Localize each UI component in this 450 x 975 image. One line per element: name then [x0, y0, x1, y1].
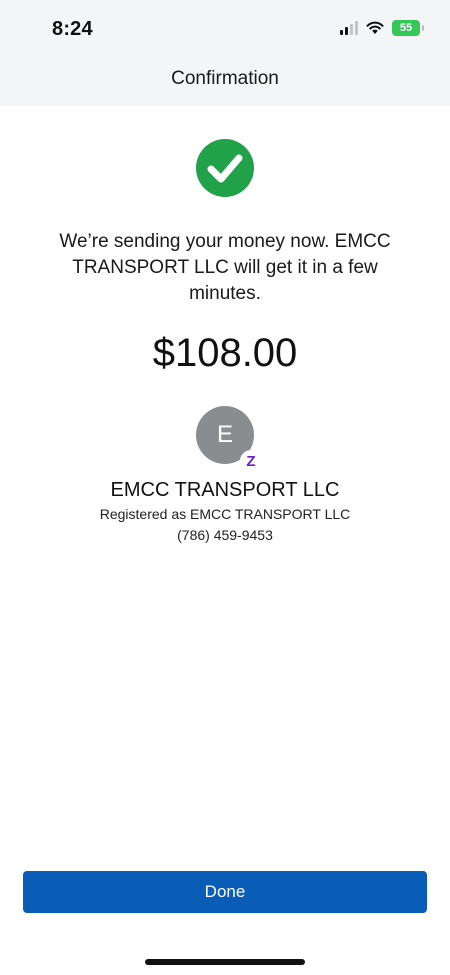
- confirmation-screen: 8:24 55 Confirmation We’re sending your …: [0, 0, 450, 975]
- recipient-name: EMCC TRANSPORT LLC: [110, 479, 340, 501]
- zelle-icon: Z: [240, 450, 262, 472]
- home-indicator[interactable]: [145, 959, 305, 965]
- battery-level: 55: [399, 22, 413, 34]
- status-time: 8:24: [52, 18, 93, 40]
- done-button[interactable]: Done: [23, 871, 427, 913]
- avatar-initial: E: [216, 421, 233, 448]
- cellular-signal-icon: [340, 21, 358, 35]
- wifi-icon: [366, 21, 384, 34]
- status-icons: 55: [340, 20, 424, 36]
- check-circle-icon: [196, 139, 254, 197]
- recipient-registered-name: Registered as EMCC TRANSPORT LLC: [99, 506, 351, 522]
- confirmation-message: We’re sending your money now. EMCC TRANS…: [59, 231, 391, 304]
- recipient-phone: (786) 459-9453: [177, 527, 273, 543]
- amount: $108.00: [152, 331, 298, 375]
- top-bar: 8:24 55 Confirmation: [0, 0, 450, 106]
- page-title: Confirmation: [171, 68, 279, 89]
- battery-icon: 55: [392, 20, 424, 36]
